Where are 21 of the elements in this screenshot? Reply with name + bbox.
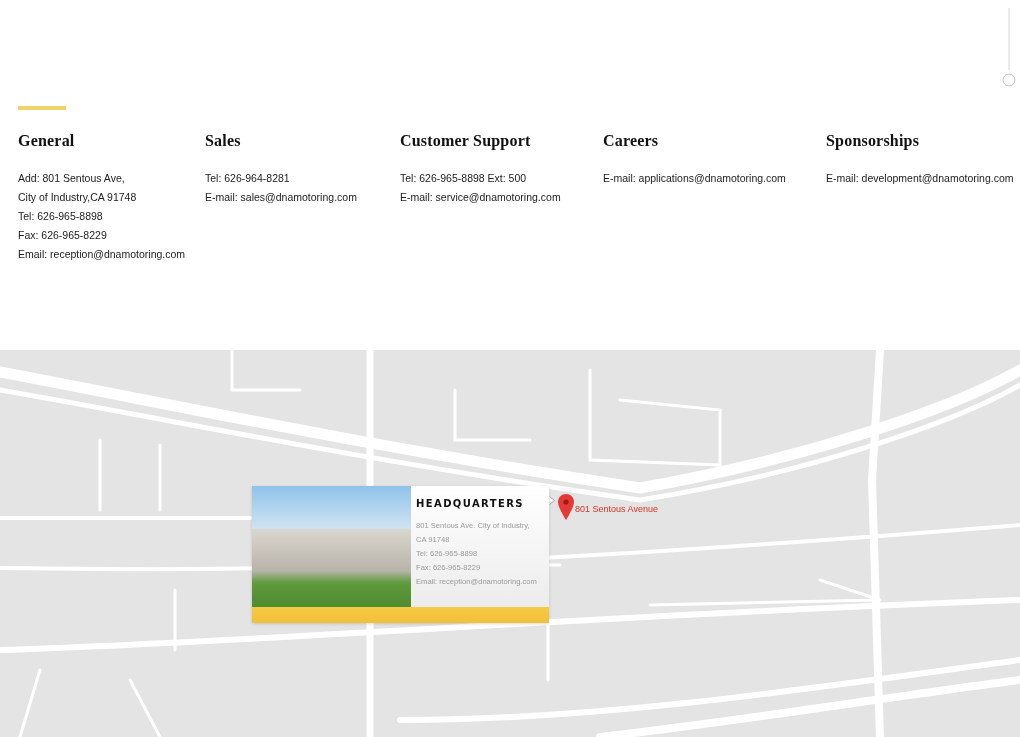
- section-heading: Careers: [603, 131, 660, 151]
- section-heading: Customer Support: [400, 131, 532, 151]
- contact-line: Email: reception@dnamotoring.com: [18, 247, 187, 262]
- contact-line: E-mail: sales@dnamotoring.com: [205, 190, 358, 205]
- contact-line: City of Industry,CA 91748: [18, 190, 138, 205]
- section-heading: Sponsorships: [826, 131, 921, 151]
- scroll-indicator-icon: [1002, 8, 1016, 87]
- contact-line: E-mail: development@dnamotoring.com: [826, 171, 1015, 186]
- section-heading: General: [18, 131, 76, 151]
- section-heading: Sales: [205, 131, 242, 151]
- map-pin-icon[interactable]: [558, 494, 574, 520]
- contact-line: E-mail: service@dnamotoring.com: [400, 190, 562, 205]
- contact-line: Tel: 626-964-8281: [205, 171, 291, 186]
- contact-line: E-mail: applications@dnamotoring.com: [603, 171, 787, 186]
- pointer-icon: [549, 496, 555, 505]
- contact-line: Tel: 626-965-8898 Ext: 500: [400, 171, 528, 186]
- contact-line: Tel: 626-965-8898: [18, 209, 104, 224]
- card-title: HEADQUARTERS: [416, 497, 525, 511]
- contact-line: Fax: 626-965-8229: [18, 228, 108, 243]
- contact-line: Add: 801 Sentous Ave,: [18, 171, 126, 186]
- marker-label: 801 Sentous Avenue: [575, 503, 658, 515]
